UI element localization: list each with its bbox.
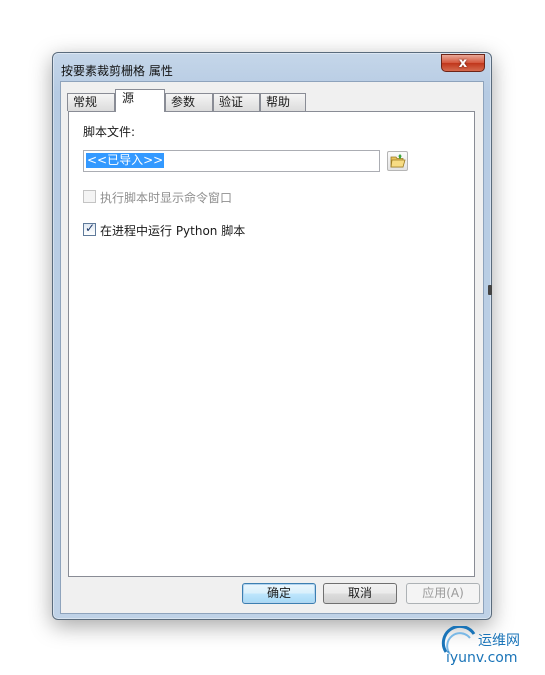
tab-source[interactable]: 源 <box>115 89 165 112</box>
apply-button[interactable]: 应用(A) <box>406 583 480 604</box>
properties-dialog: 按要素裁剪栅格 属性 x 常规 源 参数 验证 帮助 脚本文件: <<已导入>> <box>52 52 492 620</box>
script-file-value: <<已导入>> <box>86 153 165 168</box>
browse-button[interactable] <box>387 151 408 171</box>
script-file-input[interactable]: <<已导入>> <box>83 150 380 172</box>
script-file-label: 脚本文件: <box>83 125 136 139</box>
watermark: 运维网 iyunv.com <box>438 626 543 671</box>
tab-validation[interactable]: 验证 <box>213 93 260 111</box>
ok-button[interactable]: 确定 <box>242 583 316 604</box>
watermark-url: iyunv.com <box>446 650 518 666</box>
watermark-name: 运维网 <box>478 633 520 649</box>
tab-parameters[interactable]: 参数 <box>165 93 213 111</box>
close-icon: x <box>458 55 468 71</box>
cancel-button[interactable]: 取消 <box>323 583 397 604</box>
dialog-title: 按要素裁剪栅格 属性 <box>61 64 173 78</box>
source-tab-panel: 脚本文件: <<已导入>> 执行脚本时显示命令窗口 在进程中运行 Python … <box>68 111 475 577</box>
run-in-process-label: 在进程中运行 Python 脚本 <box>100 224 246 238</box>
tab-help[interactable]: 帮助 <box>260 93 306 111</box>
tab-general[interactable]: 常规 <box>67 93 115 111</box>
title-bar[interactable]: 按要素裁剪栅格 属性 x <box>53 53 491 81</box>
run-in-process-checkbox[interactable] <box>83 221 96 236</box>
close-button[interactable]: x <box>441 54 485 72</box>
folder-icon <box>390 154 406 168</box>
window-resize-grip[interactable] <box>488 285 492 295</box>
show-cmd-window-label: 执行脚本时显示命令窗口 <box>100 191 233 205</box>
dialog-client-area: 常规 源 参数 验证 帮助 脚本文件: <<已导入>> 执行脚本时显示命令窗口 … <box>60 81 484 614</box>
show-cmd-window-checkbox[interactable] <box>83 190 96 203</box>
